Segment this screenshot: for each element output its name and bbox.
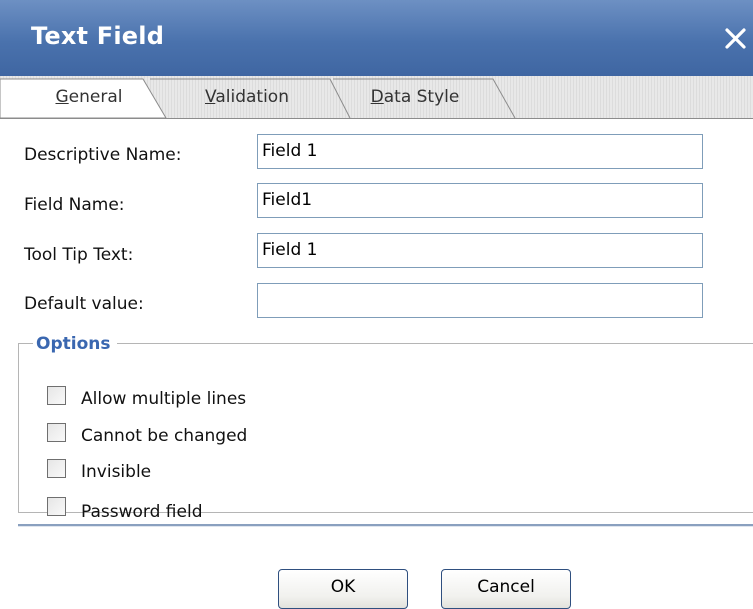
password-field-label[interactable]: Password field [81,502,203,522]
tab-validation-label: alidation [215,87,289,107]
dialog-titlebar: Text Field [0,0,753,76]
tab-data-style-label: ata Style [383,87,460,107]
dialog-title: Text Field [31,22,165,50]
tab-data-style-mnemonic: D [370,87,384,107]
close-button[interactable] [718,20,753,56]
tab-data-style[interactable]: Data Style [360,80,470,114]
descriptive-name-label: Descriptive Name: [24,145,182,165]
tab-validation-mnemonic: V [205,87,216,107]
tab-general-label: eneral [68,87,123,107]
invisible-checkbox[interactable] [47,459,66,478]
descriptive-name-input[interactable]: Field 1 [257,134,703,169]
tool-tip-text-label: Tool Tip Text: [24,245,134,265]
tab-general-mnemonic: G [55,87,69,107]
field-name-label: Field Name: [24,195,125,215]
allow-multiple-lines-label[interactable]: Allow multiple lines [81,389,246,409]
close-icon [725,28,746,49]
password-field-checkbox[interactable] [47,497,66,516]
options-legend: Options [33,334,118,354]
field-name-input[interactable]: Field1 [257,183,703,218]
tool-tip-text-input[interactable]: Field 1 [257,233,703,268]
cannot-be-changed-label[interactable]: Cannot be changed [81,426,247,446]
cancel-button[interactable]: Cancel [441,569,571,609]
ok-button[interactable]: OK [278,569,408,609]
button-divider [18,524,753,527]
default-value-label: Default value: [24,294,144,314]
cannot-be-changed-checkbox[interactable] [47,423,66,442]
tab-general[interactable]: General [44,80,134,114]
tab-validation[interactable]: Validation [192,80,302,114]
default-value-input[interactable] [257,283,703,318]
allow-multiple-lines-checkbox[interactable] [47,386,66,405]
invisible-label[interactable]: Invisible [81,462,151,482]
